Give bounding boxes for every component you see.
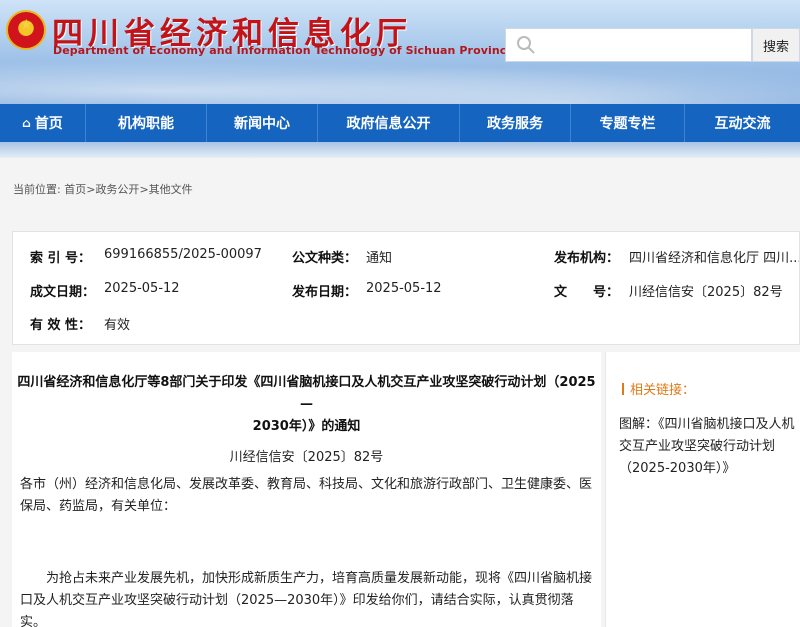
nav-item-organization[interactable]: 机构职能 (86, 104, 207, 142)
meta-docno-value: 川经信信安〔2025〕82号 (629, 285, 783, 300)
home-icon: ⌂ (22, 116, 31, 130)
nav-item-label: 专题专栏 (599, 116, 656, 132)
nav-item-label: 政务服务 (487, 116, 543, 132)
nav-item-label: 政府信息公开 (346, 116, 431, 132)
meta-type-value: 通知 (366, 251, 393, 266)
heading-accent-bar (622, 383, 624, 395)
breadcrumb-home[interactable]: 首页 (64, 183, 86, 196)
nav-item-label: 机构职能 (118, 116, 174, 132)
search-input[interactable] (546, 35, 746, 55)
search-icon (517, 36, 535, 54)
nav-item-news[interactable]: 新闻中心 (207, 104, 318, 142)
nav-item-label: 首页 (34, 116, 63, 132)
site-subtitle: Department of Economy and Information Te… (53, 44, 514, 57)
meta-published-label: 发布日期： (292, 285, 358, 300)
breadcrumb-gov-affairs[interactable]: 政务公开 (95, 183, 139, 196)
breadcrumb-prefix: 当前位置: (13, 183, 61, 196)
nav-item-home[interactable]: ⌂ 首页 (0, 104, 86, 142)
related-links-heading-text: 相关链接： (630, 383, 696, 398)
meta-validity-label: 有 效 性： (30, 318, 92, 333)
meta-validity-value: 有效 (104, 318, 131, 333)
meta-published-value: 2025-05-12 (366, 281, 442, 296)
meta-index-value: 699166855/2025-00097 (104, 247, 262, 262)
article-title: 四川省经济和信息化厅等8部门关于印发《四川省脑机接口及人机交互产业攻坚突破行动计… (12, 372, 601, 438)
breadcrumb-other-files[interactable]: 其他文件 (149, 183, 193, 196)
nav-shadow-decoration (0, 142, 800, 158)
related-link-infographic[interactable]: 图解：《四川省脑机接口及人机交互产业攻坚突破行动计划（2025-2030年）》 (619, 414, 795, 480)
nav-item-label: 新闻中心 (234, 116, 290, 132)
search-button[interactable]: 搜索 (752, 28, 800, 62)
meta-created-value: 2025-05-12 (104, 281, 180, 296)
search-box[interactable] (505, 28, 752, 62)
nav-item-gov-info[interactable]: 政府信息公开 (318, 104, 460, 142)
national-emblem-icon: ★ (6, 10, 46, 50)
main-nav: ⌂ 首页 机构职能 新闻中心 政府信息公开 政务服务 专题专栏 互动交流 (0, 104, 800, 142)
related-links-heading: 相关链接： (622, 379, 695, 398)
article-title-line2: 2030年）》的通知 (252, 419, 361, 434)
breadcrumb-separator: > (139, 183, 149, 196)
meta-docno-label: 文 号： (554, 285, 620, 300)
article-title-line1: 四川省经济和信息化厅等8部门关于印发《四川省脑机接口及人机交互产业攻坚突破行动计… (17, 375, 596, 412)
nav-item-services[interactable]: 政务服务 (460, 104, 571, 142)
meta-publisher-label: 发布机构： (554, 251, 620, 266)
nav-item-topics[interactable]: 专题专栏 (571, 104, 685, 142)
article-content: 四川省经济和信息化厅等8部门关于印发《四川省脑机接口及人机交互产业攻坚突破行动计… (12, 352, 601, 627)
meta-publisher-value: 四川省经济和信息化厅 四川... (629, 251, 799, 266)
article-doc-number: 川经信信安〔2025〕82号 (229, 450, 384, 465)
article-recipients: 各市（州）经济和信息化局、发展改革委、教育局、科技局、文化和旅游行政部门、卫生健… (20, 477, 593, 514)
meta-type-label: 公文种类： (292, 251, 358, 266)
article-body-paragraph: 为抢占未来产业发展先机，加快形成新质生产力，培育高质量发展新动能，现将《四川省脑… (20, 571, 593, 627)
document-meta-box: 索 引 号： 699166855/2025-00097 公文种类： 通知 发布机… (12, 231, 800, 345)
nav-item-interaction[interactable]: 互动交流 (685, 104, 800, 142)
nav-item-label: 互动交流 (714, 116, 771, 132)
meta-index-label: 索 引 号： (30, 251, 92, 266)
related-links-sidebar: 相关链接： 图解：《四川省脑机接口及人机交互产业攻坚突破行动计划（2025-20… (605, 352, 800, 627)
meta-created-label: 成文日期： (30, 285, 96, 300)
breadcrumb: 当前位置: 首页>政务公开>其他文件 (13, 181, 193, 197)
site-header: ★ 四川省经济和信息化厅 Department of Economy and I… (0, 0, 800, 104)
header-cloud-decoration (0, 55, 800, 104)
